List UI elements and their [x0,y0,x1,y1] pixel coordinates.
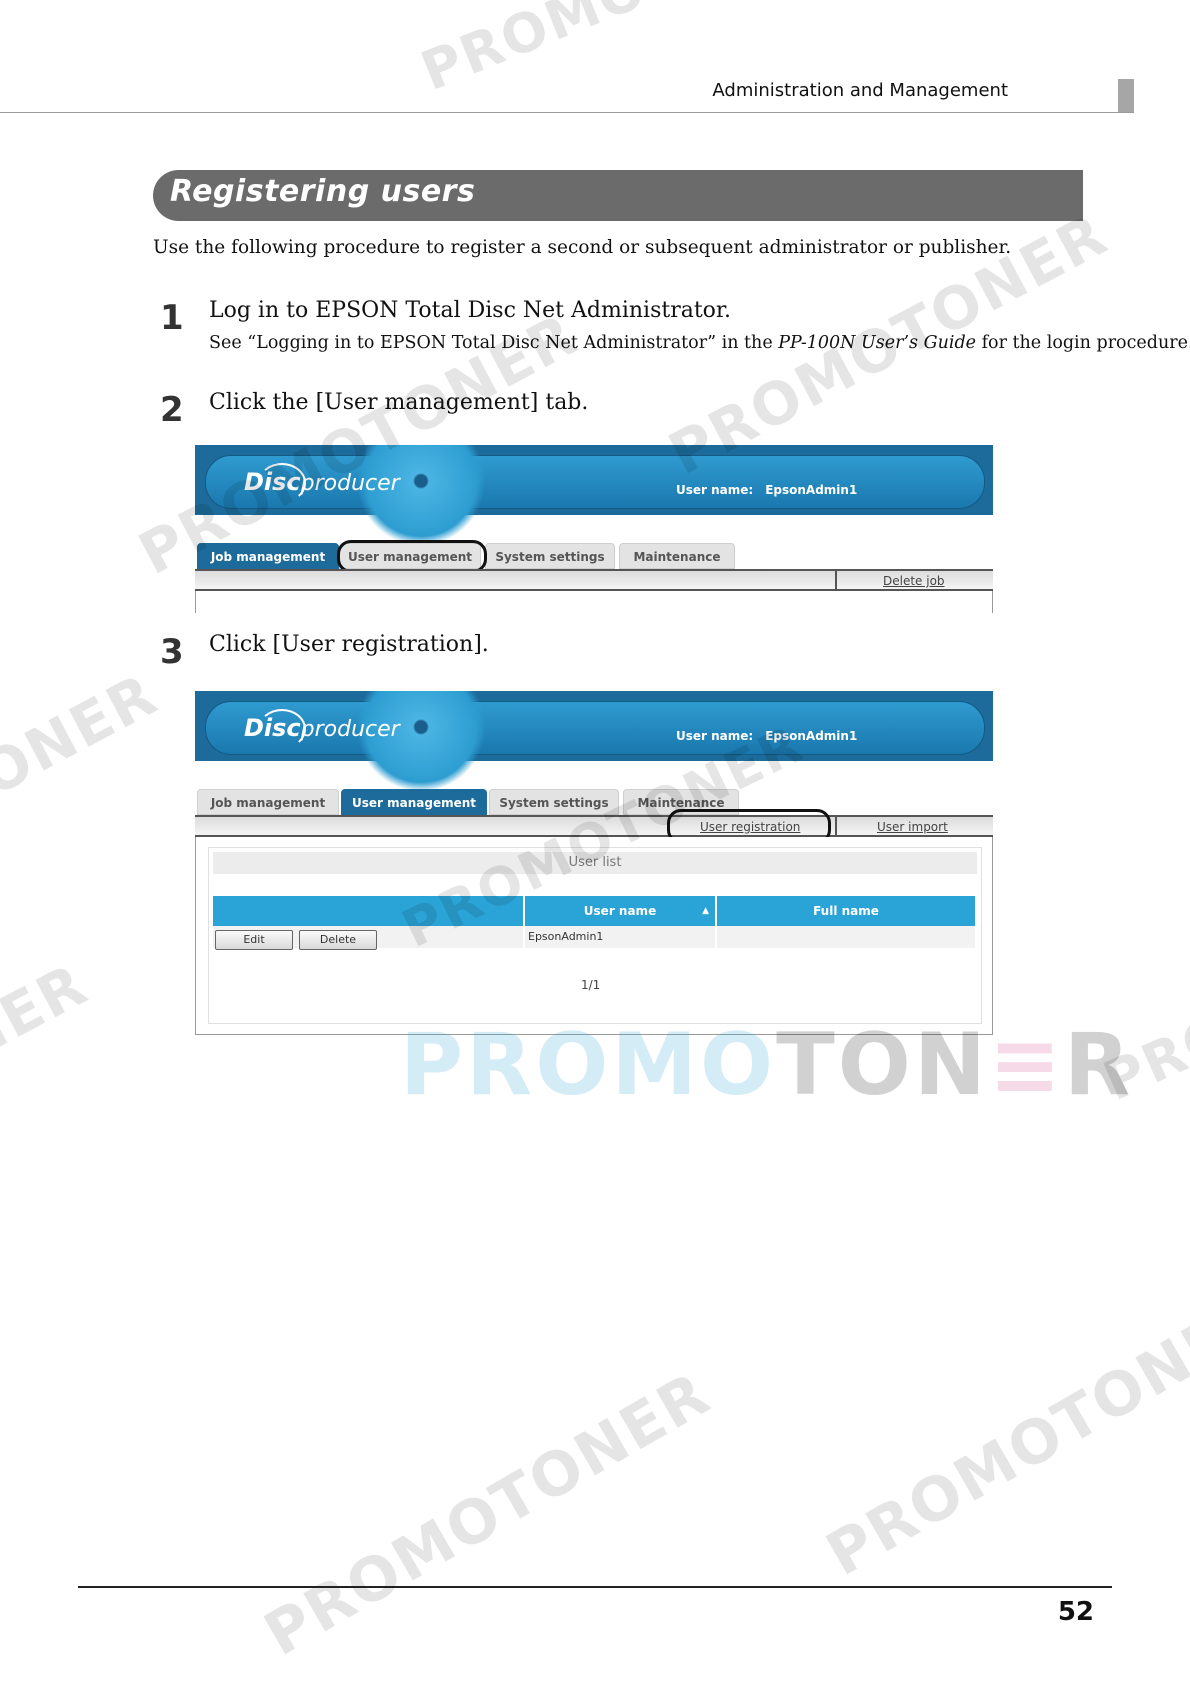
sub-menu-bar: Delete job [195,569,993,591]
user-name-display: User name: EpsonAdmin1 [676,483,858,497]
tab-user-management[interactable]: User management [341,789,487,815]
watermark: PROMOTONER [0,950,99,1238]
page-number: 52 [1057,1597,1094,1627]
running-header: Administration and Management [712,80,1008,101]
app-header-bar: Discproducer User name: EpsonAdmin1 [195,691,993,792]
grid-header-full-name[interactable]: Full name [717,896,975,926]
step-subtext-1: See “Logging in to EPSON Total Disc Net … [209,333,1190,353]
header-tab-marker [1118,79,1134,112]
tab-job-management[interactable]: Job management [197,789,339,815]
sort-asc-icon: ▲ [702,906,709,916]
user-import-link[interactable]: User import [877,820,948,834]
edit-button[interactable]: Edit [215,930,293,950]
tab-system-settings[interactable]: System settings [485,543,615,569]
table-cell-user-name: EpsonAdmin1 [525,926,715,948]
delete-button[interactable]: Delete [299,930,377,950]
step-text-3: Click [User registration]. [209,632,489,657]
step-number-2: 2 [160,390,184,430]
discproducer-logo: Discproducer [244,714,400,742]
step-text-1: Log in to EPSON Total Disc Net Administr… [209,298,732,323]
tab-maintenance[interactable]: Maintenance [619,543,735,569]
step-number-1: 1 [160,298,184,338]
watermark: PROMOTONER [0,660,169,948]
pager: 1/1 [581,978,601,992]
grid-header-user-name[interactable]: User name ▲ [525,896,715,926]
watermark: PROMOTONER [253,1358,723,1670]
intro-paragraph: Use the following procedure to register … [153,237,1012,258]
header-rule [0,112,1134,113]
watermark-logo: PROMOTON≡R [400,1015,1134,1115]
section-title: Registering users [170,174,476,209]
watermark: PROMOTONER [815,1278,1190,1590]
footer-rule [78,1586,1112,1588]
step-number-3: 3 [160,632,184,672]
table-cell-full-name [717,926,975,948]
delete-job-link[interactable]: Delete job [883,574,945,588]
tab-bar: Job management User management System se… [195,543,993,569]
